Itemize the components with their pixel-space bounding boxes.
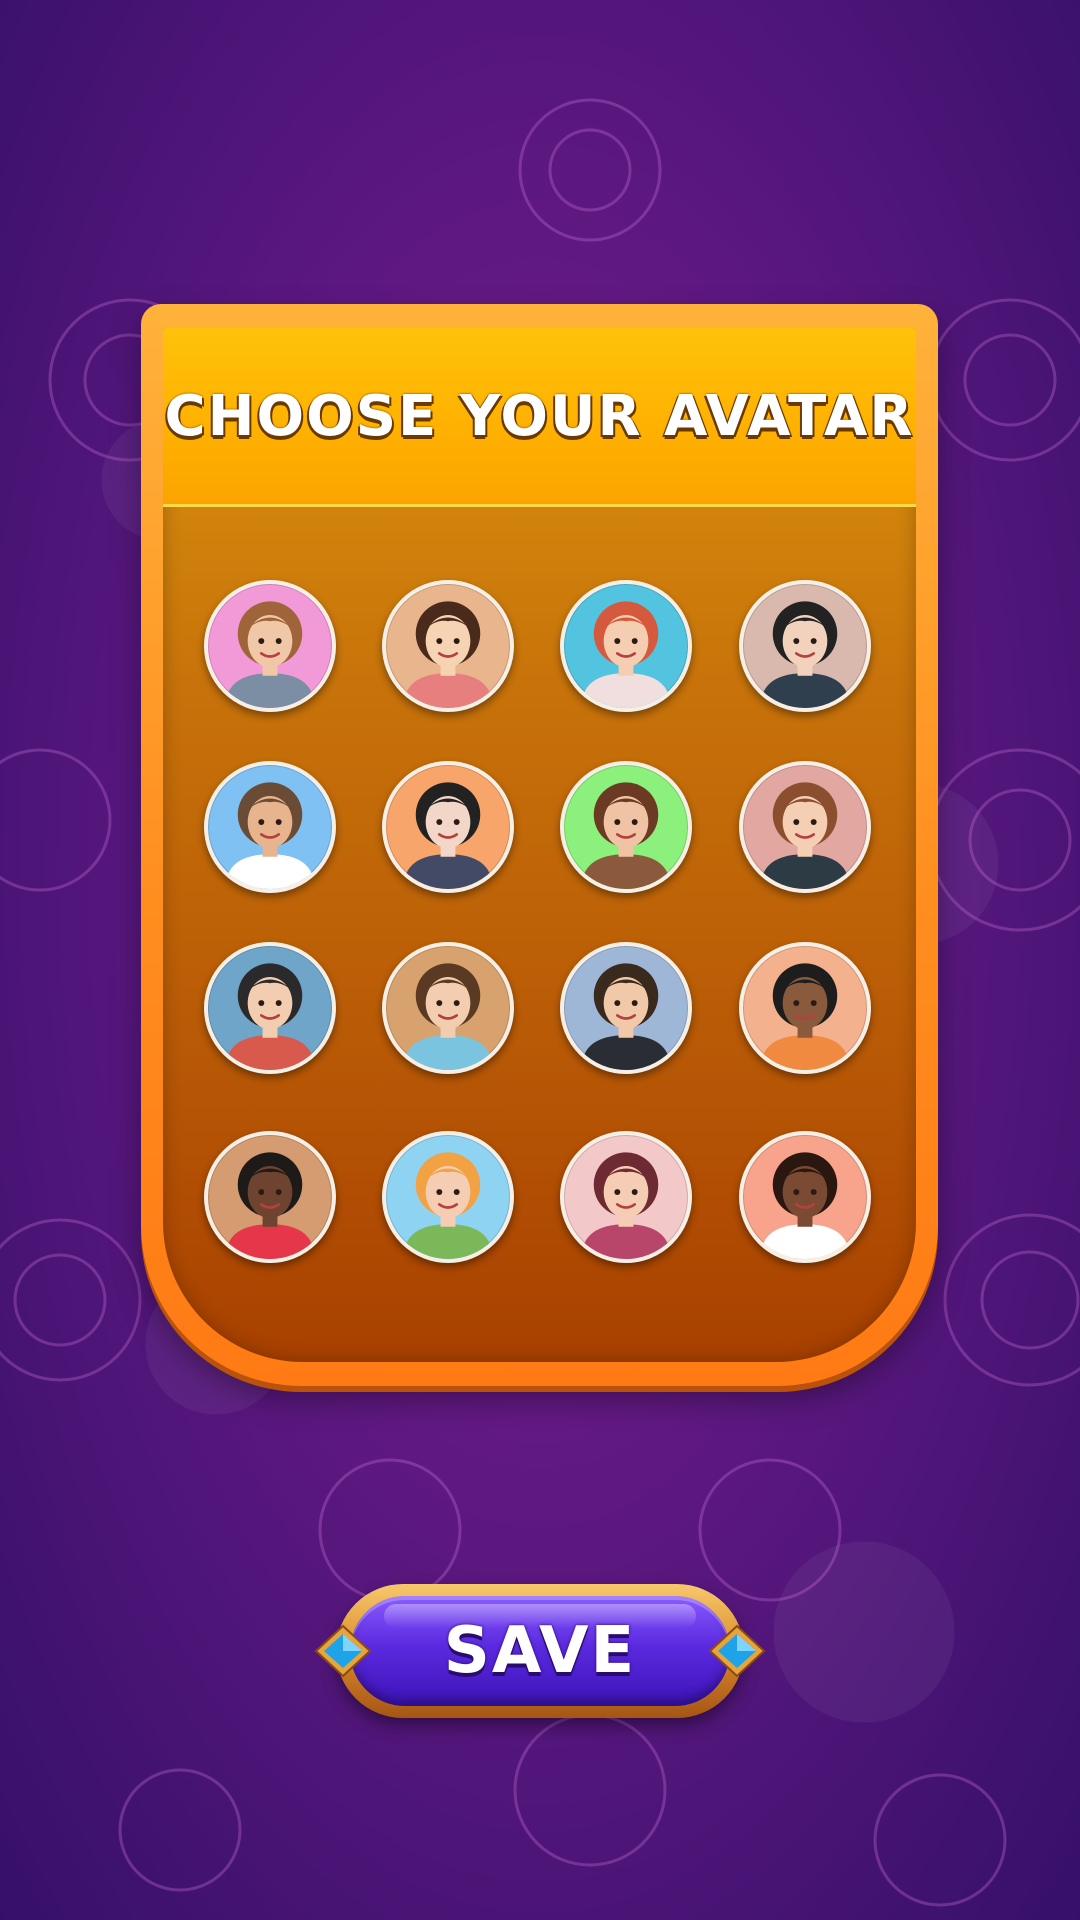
page-title: CHOOSE YOUR AVATAR [164,383,915,449]
save-button-label: SAVE [443,1614,637,1688]
avatar-portrait-icon [225,782,315,889]
save-button[interactable]: SAVE [314,1576,766,1726]
avatar-portrait-icon [760,782,850,889]
avatar-woman-curly-glasses[interactable] [204,1131,336,1263]
avatar-man-beard-suit[interactable] [560,942,692,1074]
avatar-woman-short-black-hair[interactable] [739,580,871,712]
avatar-man-glasses-blue-shirt[interactable] [382,942,514,1074]
avatar-man-curly-hair-tie[interactable] [739,942,871,1074]
avatar-portrait-icon [581,601,671,708]
avatar-panel-body: CHOOSE YOUR AVATAR [163,328,916,1362]
avatar-portrait-icon [581,963,671,1070]
avatar-portrait-icon [403,601,493,708]
avatar-portrait-icon [403,963,493,1070]
avatar-portrait-icon [225,601,315,708]
avatar-woman-red-bob[interactable] [560,580,692,712]
avatar-woman-dark-bob[interactable] [382,761,514,893]
avatar-portrait-icon [581,1152,671,1259]
avatar-woman-glasses[interactable] [382,580,514,712]
avatar-woman-short-burgundy[interactable] [560,1131,692,1263]
avatar-girl-long-hair-pink[interactable] [204,580,336,712]
avatar-portrait-icon [760,601,850,708]
avatar-portrait-icon [581,782,671,889]
avatar-woman-brown-wavy[interactable] [560,761,692,893]
avatar-man-bowtie[interactable] [204,942,336,1074]
avatar-portrait-icon [403,782,493,889]
avatar-portrait-icon [225,1152,315,1259]
diamond-gem-icon [314,1624,372,1678]
avatar-portrait-icon [760,963,850,1070]
avatar-girl-braids-sunglasses[interactable] [204,761,336,893]
avatar-panel: CHOOSE YOUR AVATAR [141,304,938,1386]
avatar-portrait-icon [225,963,315,1070]
avatar-woman-afro-curls[interactable] [739,1131,871,1263]
avatar-woman-orange-hair[interactable] [382,1131,514,1263]
avatar-portrait-icon [760,1152,850,1259]
diamond-gem-icon [708,1624,766,1678]
avatar-portrait-icon [403,1152,493,1259]
avatar-man-suit-red-tie[interactable] [739,761,871,893]
